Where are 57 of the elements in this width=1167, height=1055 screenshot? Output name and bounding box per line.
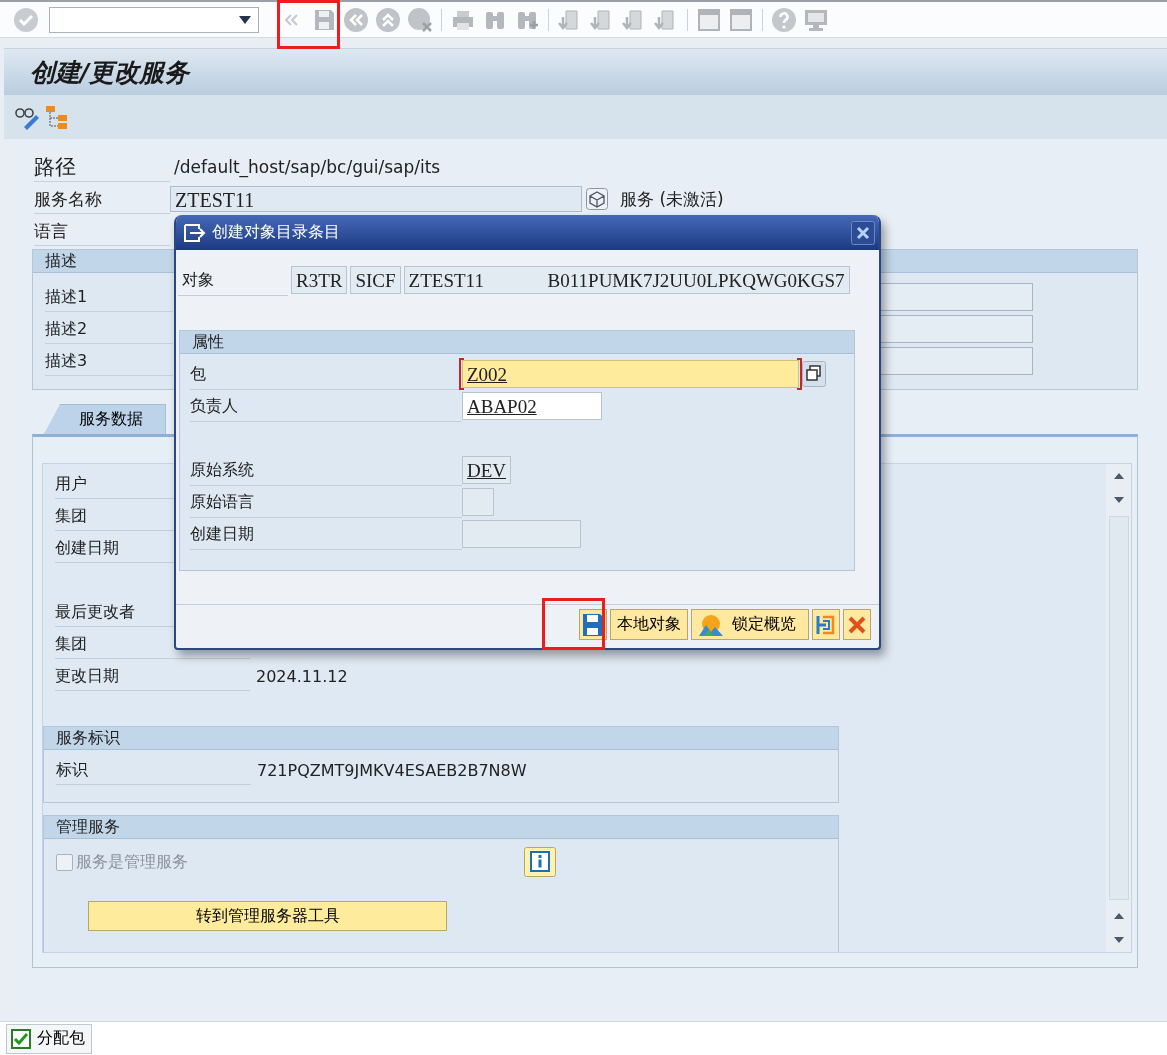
window-icon[interactable] xyxy=(728,6,754,33)
service-name-field[interactable]: ZTEST11 xyxy=(170,186,582,212)
field-label: 包 xyxy=(190,358,462,390)
cancel-circle-icon[interactable] xyxy=(407,6,433,33)
field-label: 创建日期 xyxy=(190,518,462,550)
highlight-frame xyxy=(542,598,605,650)
field-value: 2024.11.12 xyxy=(256,666,348,686)
object-field: SICF xyxy=(350,266,401,294)
cube-icon[interactable] xyxy=(586,188,608,210)
save-button[interactable] xyxy=(579,609,607,640)
document-arrow-icon xyxy=(182,221,206,244)
field-label: 负责人 xyxy=(190,390,462,422)
copy-icon[interactable] xyxy=(802,361,826,387)
field-label: 路径 xyxy=(34,152,170,182)
checkbox-label: 服务是管理服务 xyxy=(76,851,189,873)
goto-admin-tool-button[interactable]: 转到管理服务器工具 xyxy=(88,901,447,931)
screen-title: 创建/更改服务 xyxy=(30,56,190,89)
service-status: 服务 (未激活) xyxy=(620,187,724,211)
field-value: 721PQZMT9JMKV4ESAEB2B7N8W xyxy=(257,760,527,780)
assign-package-button[interactable]: 分配包 xyxy=(6,1023,92,1054)
field-label: 语言 xyxy=(34,216,170,246)
window-icon[interactable] xyxy=(696,6,722,33)
group-title: 管理服务 xyxy=(44,816,838,839)
dialog-title: 创建对象目录条目 xyxy=(212,222,341,243)
transport-button[interactable] xyxy=(812,609,840,640)
group-title: 属性 xyxy=(180,331,854,354)
scrollbar[interactable] xyxy=(1106,464,1131,952)
dropdown-icon[interactable] xyxy=(238,14,252,25)
highlight-frame xyxy=(277,0,340,49)
help-icon[interactable] xyxy=(771,6,797,33)
mountain-sun-icon xyxy=(698,612,724,637)
display-field: DEV xyxy=(462,456,512,484)
field-label: 原始系统 xyxy=(190,454,462,486)
group-title: 服务标识 xyxy=(44,727,838,750)
input-field[interactable]: ABAP02 xyxy=(462,392,602,420)
lock-overview-button[interactable]: 锁定概览 xyxy=(691,609,809,640)
path-value: /default_host/sap/bc/gui/sap/its xyxy=(174,157,441,177)
check-icon[interactable] xyxy=(13,6,39,33)
check-icon xyxy=(11,1028,31,1049)
field-label: 描述1 xyxy=(45,282,173,312)
close-icon[interactable] xyxy=(851,220,875,245)
field-label: 对象 xyxy=(178,264,288,296)
input-field[interactable]: Z002 xyxy=(462,360,799,388)
info-icon[interactable] xyxy=(524,847,556,877)
field-label: 描述2 xyxy=(45,314,173,344)
cancel-button[interactable] xyxy=(843,609,871,640)
object-field: R3TR xyxy=(291,266,348,294)
back-circle-icon[interactable] xyxy=(343,6,369,33)
display-field xyxy=(462,488,494,516)
field-label: 更改日期 xyxy=(55,661,250,691)
up-circle-icon[interactable] xyxy=(375,6,401,33)
local-object-button[interactable]: 本地对象 xyxy=(610,609,688,640)
tab[interactable]: 服务数据 xyxy=(44,404,166,434)
field-label: 描述3 xyxy=(45,346,173,376)
field-label: 标识 xyxy=(56,755,251,785)
field-label: 原始语言 xyxy=(190,486,462,518)
command-field[interactable] xyxy=(49,6,259,33)
